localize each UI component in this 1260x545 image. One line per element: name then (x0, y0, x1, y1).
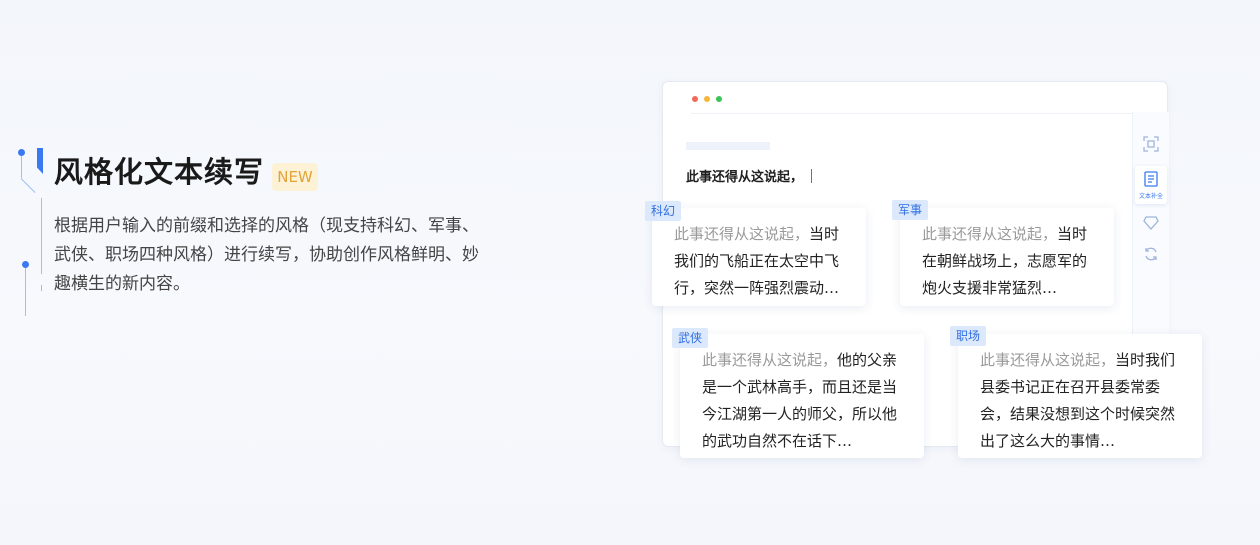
text-completion-label: 文本补全 (1138, 193, 1163, 200)
card-prefix: 此事还得从这说起， (702, 351, 838, 369)
style-tag-workplace: 职场 (950, 326, 987, 346)
style-card-military[interactable]: 此事还得从这说起，当时在朝鲜战场上，志愿军的炮火支援非常猛烈… (900, 208, 1114, 306)
text-cursor (811, 169, 813, 183)
style-tag-scifi: 科幻 (645, 201, 682, 221)
refresh-icon[interactable] (1140, 246, 1162, 268)
window-maximize-dot (716, 96, 722, 102)
title-placeholder (686, 142, 770, 150)
style-tag-wuxia: 武侠 (672, 328, 709, 348)
new-badge: NEW (272, 163, 318, 191)
feature-description: 根据用户输入的前缀和选择的风格（现支持科幻、军事、武侠、职场四种风格）进行续写，… (54, 216, 479, 294)
timeline-dot (22, 261, 29, 268)
prompt-text: 此事还得从这说起， (686, 170, 804, 185)
text-completion-tool[interactable]: 文本补全 (1135, 166, 1167, 204)
document-icon (1144, 171, 1158, 191)
window-minimize-dot (704, 96, 710, 102)
card-prefix: 此事还得从这说起， (922, 225, 1058, 243)
window-header-divider (691, 113, 1139, 114)
style-card-workplace[interactable]: 此事还得从这说起，当时我们县委书记正在召开县委常委会，结果没想到这个时候突然出了… (958, 334, 1202, 458)
style-card-scifi[interactable]: 此事还得从这说起，当时我们的飞船正在太空中飞行，突然一阵强烈震动… (652, 208, 866, 306)
scan-icon[interactable] (1140, 136, 1162, 158)
style-card-wuxia[interactable]: 此事还得从这说起，他的父亲是一个武林高手，而且还是当今江湖第一人的师父，所以他的… (680, 334, 924, 458)
card-prefix: 此事还得从这说起， (980, 351, 1116, 369)
diamond-icon[interactable] (1140, 214, 1162, 236)
card-prefix: 此事还得从这说起， (674, 225, 810, 243)
window-close-dot (692, 96, 698, 102)
feature-title: 风格化文本续写 (54, 155, 265, 189)
style-tag-military: 军事 (892, 200, 929, 220)
prompt-input[interactable]: 此事还得从这说起， (686, 166, 813, 185)
timeline-dot (18, 149, 25, 156)
